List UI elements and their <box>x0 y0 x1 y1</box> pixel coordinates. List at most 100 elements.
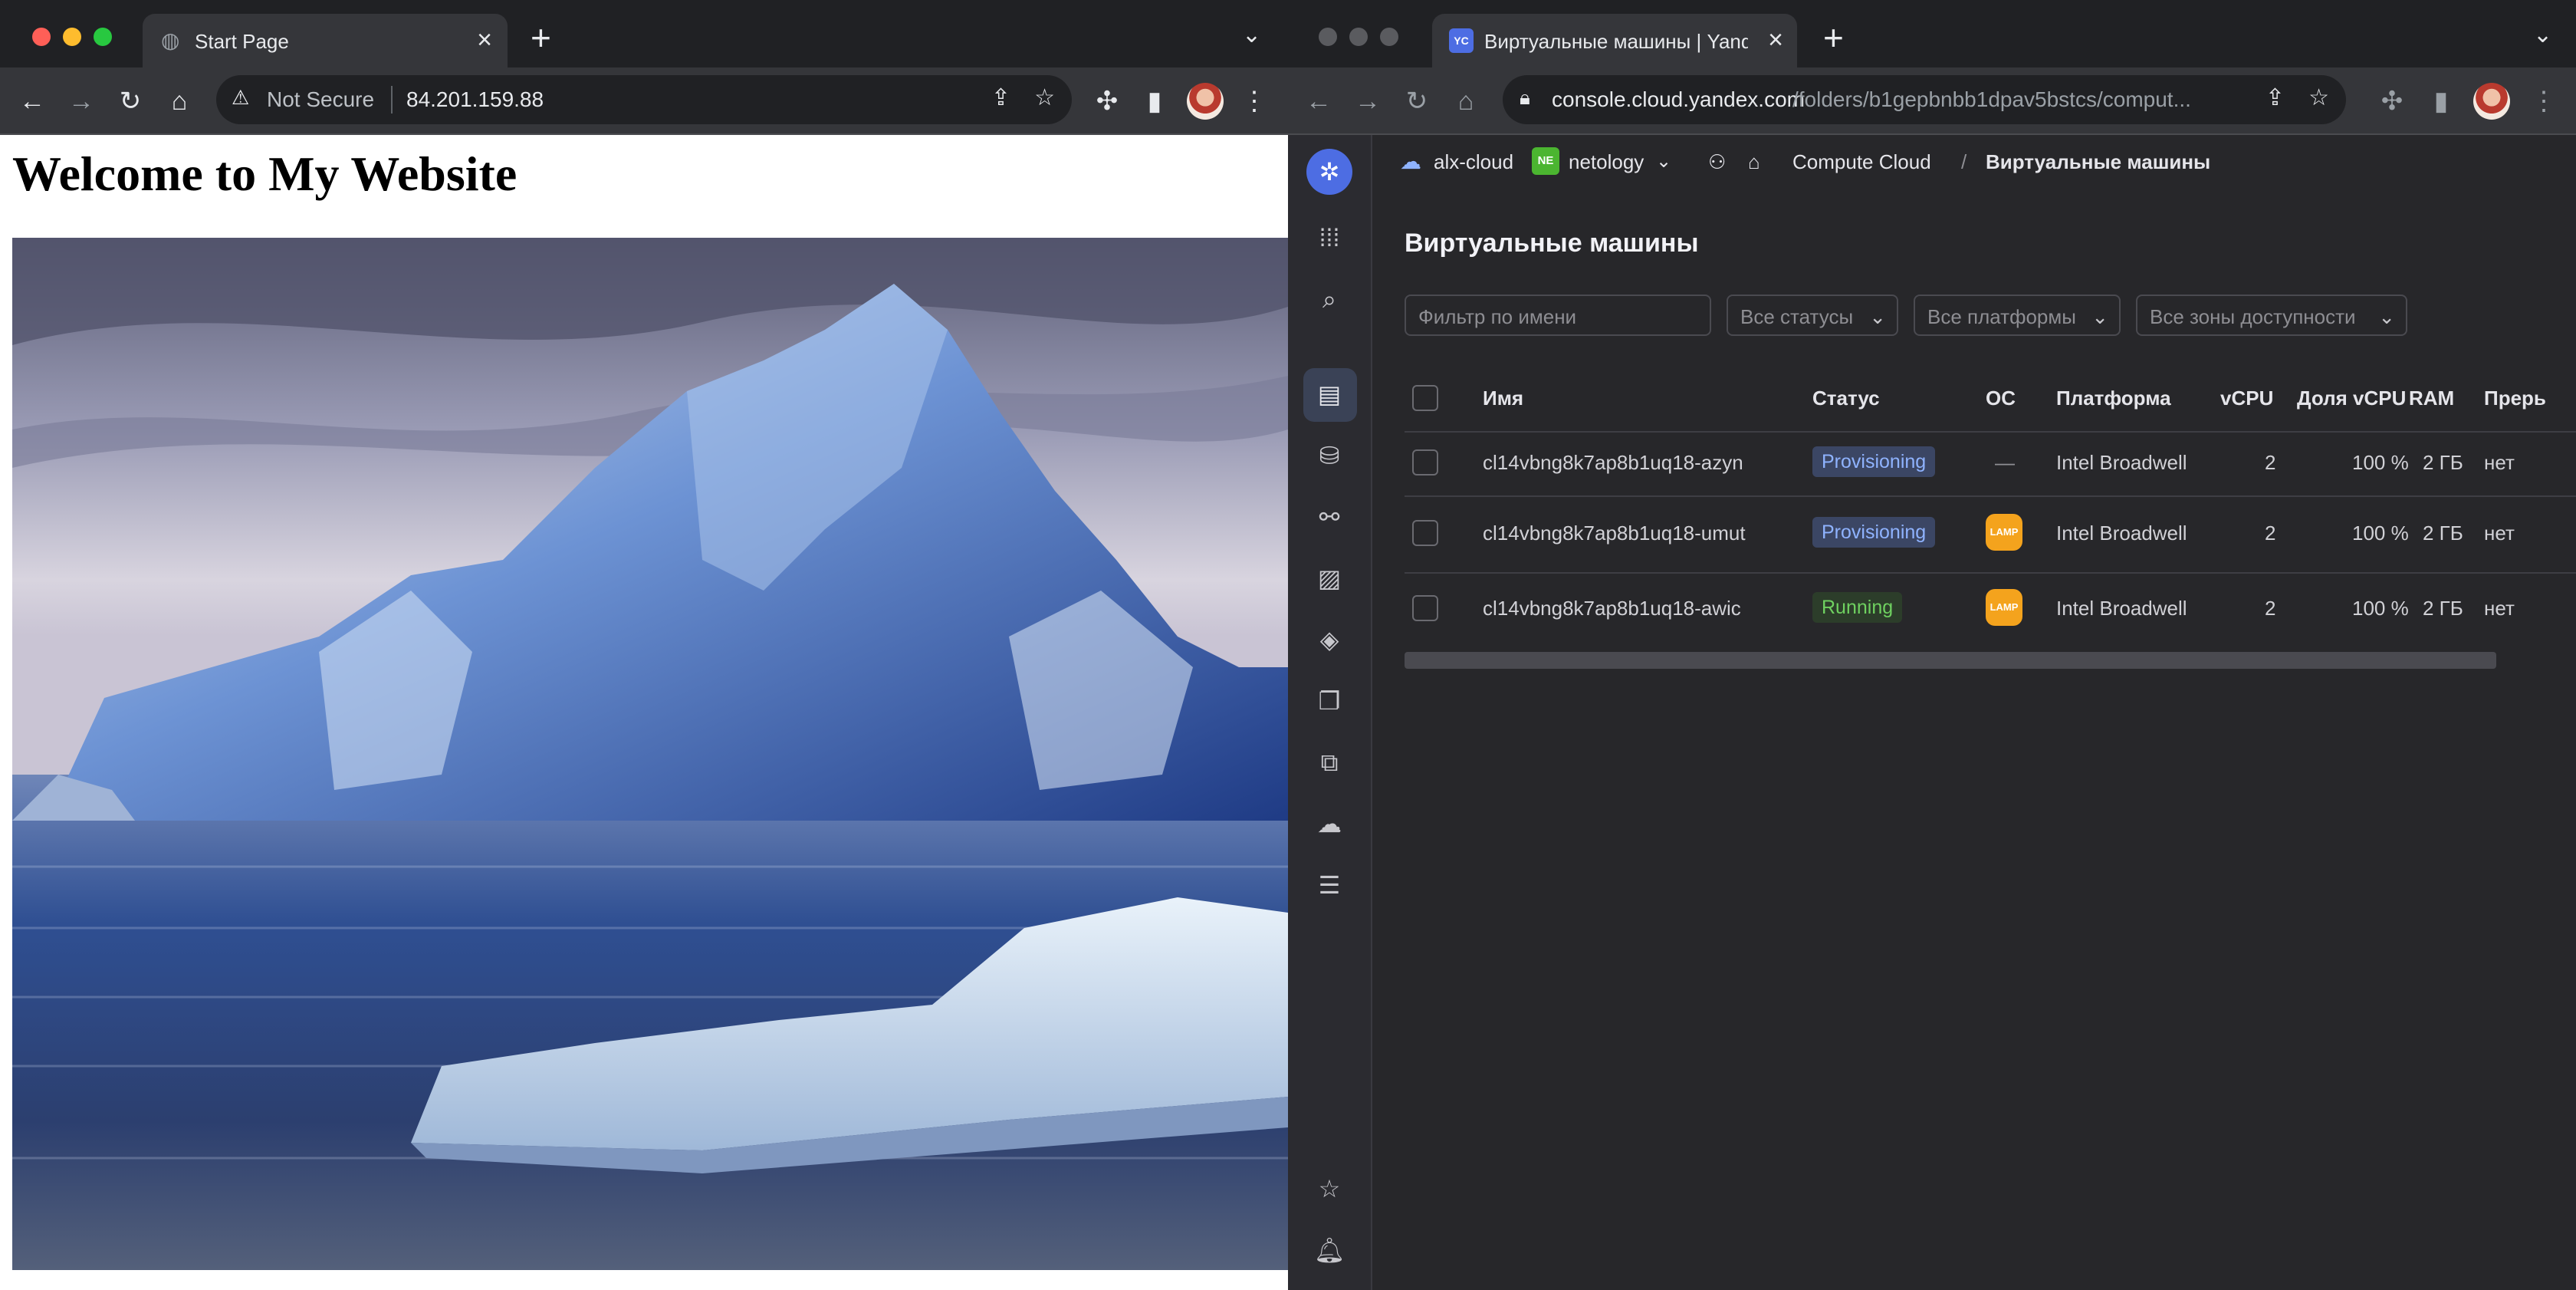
forward-icon[interactable]: → <box>1352 86 1383 117</box>
home-icon[interactable]: ⌂ <box>1748 150 1760 174</box>
console-sidebar: ✲ ⁞⁞⁞ ⌕ ▤ ⛁ ⚯ ▨ ◈ ❐ ⧉ ☁ ☰ ☆ 🔔︎ <box>1288 135 1372 1290</box>
column-header-os[interactable]: ОС <box>1986 387 2016 410</box>
forward-icon[interactable]: → <box>66 86 97 117</box>
row-checkbox[interactable] <box>1412 449 1438 476</box>
column-header-preemptible[interactable]: Прерь <box>2484 387 2576 410</box>
search-icon[interactable]: ⌕ <box>1311 281 1348 318</box>
minimize-window-button[interactable] <box>63 28 81 46</box>
name-filter-input[interactable]: Фильтр по имени <box>1405 295 1711 336</box>
disks-icon[interactable]: ⛁ <box>1311 437 1348 474</box>
status-filter-select[interactable]: Все статусы ⌄ <box>1727 295 1898 336</box>
zone-filter-select[interactable]: Все зоны доступности ⌄ <box>2136 295 2407 336</box>
select-all-checkbox[interactable] <box>1412 385 1438 411</box>
column-header-name[interactable]: Имя <box>1483 387 1523 410</box>
vm-name[interactable]: cl14vbng8k7ap8b1uq18-umut <box>1483 522 1746 545</box>
row-divider <box>1405 431 2576 433</box>
vcpu-share-value: 100 % <box>2352 597 2409 620</box>
tab-bar: YC Виртуальные машины | Yandex × + ⌄ <box>1288 0 2576 67</box>
lock-icon: 🔒︎ <box>1520 86 1530 109</box>
new-tab-icon[interactable]: + <box>531 20 551 55</box>
status-badge: Provisioning <box>1812 446 1936 477</box>
bookmark-star-icon[interactable]: ☆ <box>1034 84 1055 111</box>
zoom-window-button[interactable] <box>94 28 112 46</box>
home-icon[interactable]: ⌂ <box>1451 86 1481 117</box>
vm-name[interactable]: cl14vbng8k7ap8b1uq18-azyn <box>1483 451 1743 475</box>
close-window-button[interactable] <box>1319 28 1337 46</box>
os-dash: — <box>1995 451 2015 474</box>
cloud-icon: ☁ <box>1400 150 1421 173</box>
chevron-down-icon[interactable]: ⌄ <box>1656 150 1671 173</box>
profile-avatar[interactable] <box>2473 83 2510 120</box>
page-title: Виртуальные машины <box>1405 229 1699 258</box>
vcpu-share-value: 100 % <box>2352 522 2409 545</box>
reload-icon[interactable]: ↻ <box>115 86 146 117</box>
bookmark-star-icon[interactable]: ☆ <box>2308 84 2329 111</box>
images-icon[interactable]: ▨ <box>1311 560 1348 597</box>
virtual-machines-icon[interactable]: ▤ <box>1311 376 1348 413</box>
platform-filter-select[interactable]: Все платформы ⌄ <box>1914 295 2121 336</box>
ram-value: 2 ГБ <box>2423 597 2463 620</box>
row-checkbox[interactable] <box>1412 595 1438 621</box>
network-icon[interactable]: ⚇ <box>1708 150 1726 174</box>
breadcrumb-folder[interactable]: netology <box>1569 150 1644 174</box>
close-tab-icon[interactable]: × <box>477 25 492 55</box>
instance-groups-icon[interactable]: ⚯ <box>1311 499 1348 535</box>
close-window-button[interactable] <box>32 28 51 46</box>
vcpu-value: 2 <box>2265 522 2276 545</box>
profile-avatar[interactable] <box>1187 83 1224 120</box>
tab-search-chevron-icon[interactable]: ⌄ <box>2533 21 2552 48</box>
tab-search-chevron-icon[interactable]: ⌄ <box>1242 21 1261 48</box>
tab-start-page[interactable]: ◍ Start Page × <box>143 14 508 67</box>
chevron-down-icon: ⌄ <box>2378 305 2395 328</box>
side-panel-icon[interactable]: ▮ <box>1139 86 1170 117</box>
favorites-star-icon[interactable]: ☆ <box>1311 1170 1348 1207</box>
minimize-window-button[interactable] <box>1349 28 1368 46</box>
cloud-storage-icon[interactable]: ☁ <box>1311 805 1348 842</box>
lamp-os-icon: LAMP <box>1986 514 2022 551</box>
new-tab-icon[interactable]: + <box>1823 20 1844 55</box>
url-host: console.cloud.yandex.com <box>1552 87 1805 111</box>
back-icon[interactable]: ← <box>1303 86 1334 117</box>
zoom-window-button[interactable] <box>1380 28 1398 46</box>
layers-icon[interactable]: ◈ <box>1311 621 1348 658</box>
column-header-ram[interactable]: RAM <box>2409 387 2454 410</box>
services-grid-icon[interactable]: ⁞⁞⁞ <box>1311 219 1348 256</box>
page-heading: Welcome to My Website <box>12 146 518 201</box>
share-icon[interactable]: ⇪ <box>2266 84 2285 111</box>
column-header-status[interactable]: Статус <box>1812 387 1880 410</box>
column-header-platform[interactable]: Платформа <box>2056 387 2171 410</box>
extensions-icon[interactable]: ✣ <box>2377 86 2407 117</box>
side-panel-icon[interactable]: ▮ <box>2426 86 2456 117</box>
tab-virtual-machines[interactable]: YC Виртуальные машины | Yandex × <box>1432 14 1797 67</box>
close-tab-icon[interactable]: × <box>1768 25 1783 55</box>
chevron-down-icon: ⌄ <box>2091 305 2108 328</box>
breadcrumb-cloud[interactable]: alx-cloud <box>1434 150 1513 174</box>
address-bar[interactable]: ⚠ Not Secure 84.201.159.88 ⇪ ☆ <box>216 75 1072 124</box>
home-icon[interactable]: ⌂ <box>164 86 195 117</box>
column-header-vcpu-share[interactable]: Доля vCPU <box>2297 387 2406 410</box>
yandex-cloud-logo-icon[interactable]: ✲ <box>1306 149 1352 195</box>
row-divider <box>1405 495 2576 497</box>
preemptible-value: нет <box>2484 597 2515 620</box>
notifications-bell-icon[interactable]: 🔔︎ <box>1311 1232 1348 1269</box>
horizontal-scrollbar[interactable] <box>1405 652 2496 669</box>
back-icon[interactable]: ← <box>17 86 48 117</box>
row-checkbox[interactable] <box>1412 520 1438 546</box>
operations-list-icon[interactable]: ☰ <box>1311 867 1348 903</box>
reload-icon[interactable]: ↻ <box>1401 86 1432 117</box>
menu-kebab-icon[interactable]: ⋮ <box>1239 86 1270 117</box>
iceberg-image <box>12 238 1288 1270</box>
breadcrumb-separator: / <box>1961 150 1967 173</box>
address-bar[interactable]: 🔒︎ console.cloud.yandex.com /folders/b1g… <box>1503 75 2346 124</box>
vm-name[interactable]: cl14vbng8k7ap8b1uq18-awic <box>1483 597 1741 620</box>
breadcrumb-service[interactable]: Compute Cloud <box>1792 150 1931 174</box>
copies-icon[interactable]: ⧉ <box>1311 744 1348 781</box>
share-icon[interactable]: ⇪ <box>991 84 1010 111</box>
browser-toolbar: ← → ↻ ⌂ ⚠ Not Secure 84.201.159.88 ⇪ ☆ ✣… <box>0 67 1288 135</box>
snapshots-icon[interactable]: ❐ <box>1311 683 1348 719</box>
yandex-cloud-favicon-icon: YC <box>1449 28 1474 53</box>
column-header-vcpu[interactable]: vCPU <box>2220 387 2273 410</box>
extensions-icon[interactable]: ✣ <box>1092 86 1122 117</box>
menu-kebab-icon[interactable]: ⋮ <box>2528 86 2559 117</box>
tab-title: Виртуальные машины | Yandex <box>1484 30 1748 53</box>
